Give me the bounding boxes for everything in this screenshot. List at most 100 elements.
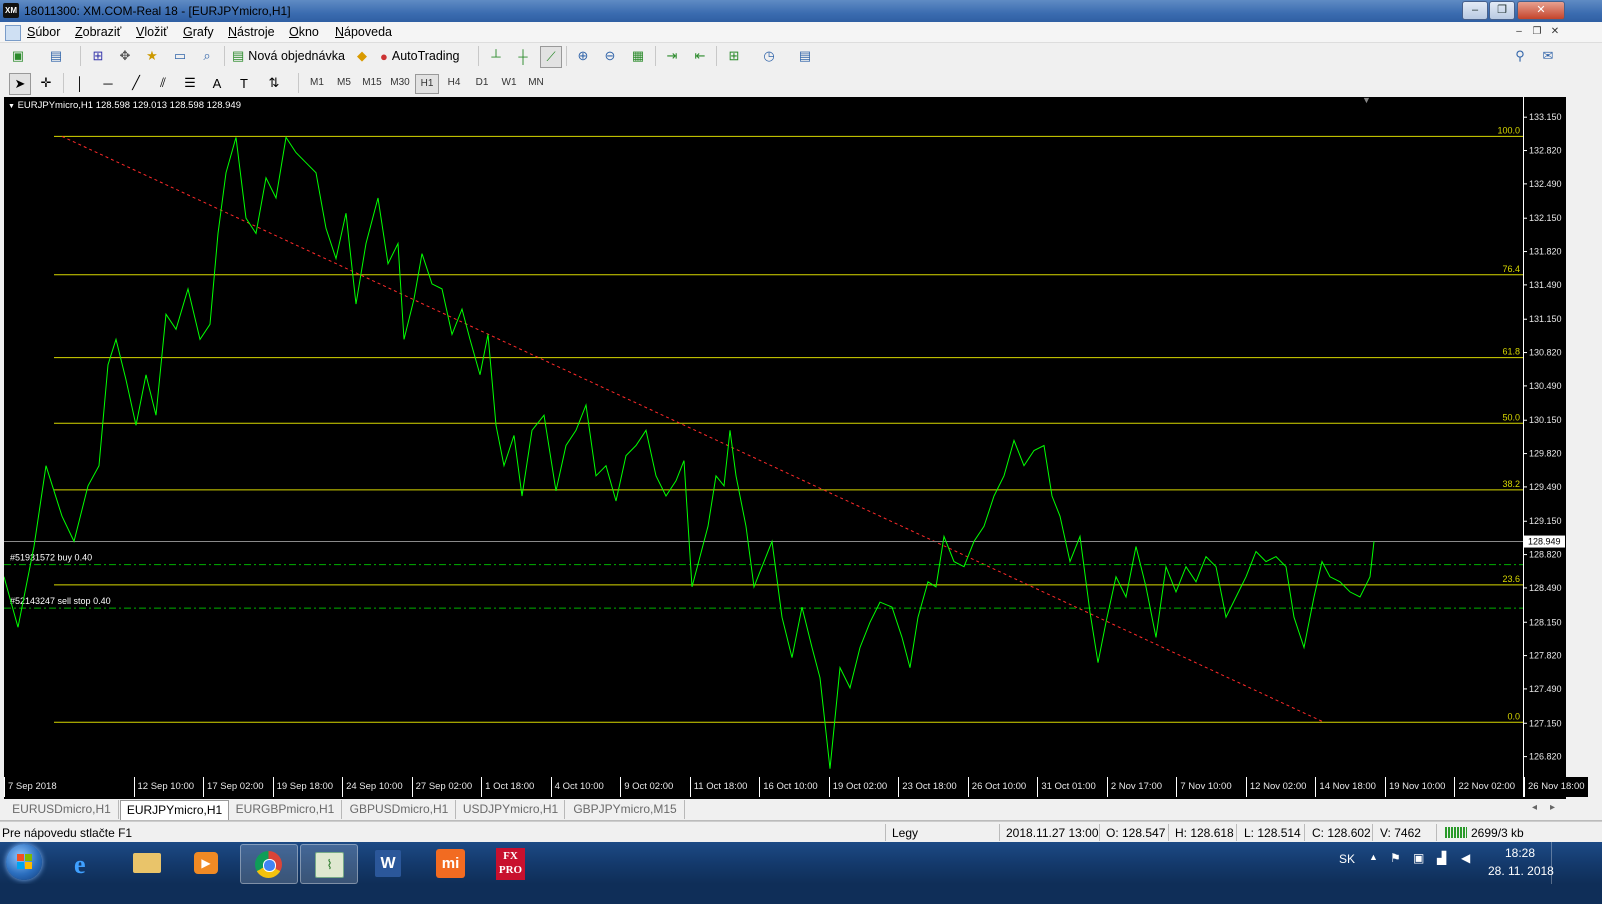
- maximize-button[interactable]: ❐: [1489, 1, 1515, 20]
- tab-eurgbp[interactable]: EURGBPmicro,H1: [229, 800, 342, 819]
- timeframe-mn[interactable]: MN: [525, 74, 547, 92]
- taskbar-internet-explorer[interactable]: e: [59, 844, 115, 882]
- crosshair-icon[interactable]: ✛: [36, 73, 56, 93]
- taskbar-word[interactable]: W: [361, 844, 417, 882]
- auto-scroll-icon[interactable]: ⇥: [662, 46, 682, 66]
- zoom-in-icon[interactable]: ⊕: [573, 46, 593, 66]
- menu-file[interactable]: Súbor: [27, 25, 60, 39]
- network-icon[interactable]: ▟: [1437, 851, 1446, 865]
- chart-shift-icon[interactable]: ⇤: [690, 46, 710, 66]
- tab-gbpusd[interactable]: GBPUSDmicro,H1: [343, 800, 456, 819]
- line-chart-icon[interactable]: ⟋: [540, 46, 562, 68]
- vertical-line-icon[interactable]: │: [70, 73, 90, 93]
- market-watch-icon[interactable]: ⊞: [88, 46, 108, 66]
- status-divider: [885, 824, 886, 841]
- tab-eurjpy[interactable]: EURJPYmicro,H1: [120, 800, 229, 820]
- new-chart-icon[interactable]: ▣: [8, 46, 28, 66]
- bar-chart-icon[interactable]: ┴: [486, 46, 506, 66]
- minimize-button[interactable]: –: [1462, 1, 1488, 20]
- indicators-icon[interactable]: ⊞: [724, 46, 744, 66]
- text-icon[interactable]: A: [207, 73, 227, 93]
- taskbar-fxpro[interactable]: FX PRO: [482, 844, 538, 882]
- current-price-label: 128.949: [1528, 537, 1561, 547]
- mdi-restore-button[interactable]: ❐: [1530, 25, 1544, 39]
- profiles-icon[interactable]: ▤: [46, 46, 66, 66]
- language-indicator[interactable]: SK: [1339, 852, 1355, 866]
- timeframe-h1[interactable]: H1: [415, 74, 439, 94]
- fibonacci-icon[interactable]: ☰: [180, 73, 200, 93]
- timeframe-h4[interactable]: H4: [443, 74, 465, 92]
- tab-gbpjpy[interactable]: GBPJPYmicro,M15: [566, 800, 685, 819]
- timeframe-m15[interactable]: M15: [359, 74, 385, 92]
- chart-canvas[interactable]: 100.0 76.4 61.8 50.0 38.2 23.6 0.0 #51931572 bu…: [4, 97, 1523, 797]
- horizontal-line-icon[interactable]: ─: [98, 73, 118, 93]
- taskbar-mi[interactable]: mi: [422, 844, 478, 882]
- price-chart[interactable]: 100.0 76.4 61.8 50.0 38.2 23.6 0.0 #51931572 bu…: [4, 97, 1523, 797]
- periods-icon[interactable]: ◷: [759, 46, 779, 66]
- action-center-icon[interactable]: ⚑: [1390, 851, 1401, 865]
- device-icon[interactable]: ▣: [1413, 851, 1424, 865]
- status-open: O: 128.547: [1106, 826, 1166, 840]
- menu-view[interactable]: Zobraziť: [75, 25, 121, 39]
- timeframe-m1[interactable]: M1: [306, 74, 328, 92]
- arrows-icon[interactable]: ⇅: [264, 73, 284, 93]
- strategy-tester-icon[interactable]: ⌕: [197, 46, 217, 66]
- start-button[interactable]: [6, 844, 42, 880]
- terminal-icon[interactable]: ▭: [170, 46, 190, 66]
- navigator-icon[interactable]: ★: [142, 46, 162, 66]
- tab-eurusd[interactable]: EURUSDmicro,H1: [5, 800, 119, 819]
- templates-icon[interactable]: ▤: [795, 46, 815, 66]
- timeframe-m30[interactable]: M30: [387, 74, 413, 92]
- new-order-label: Nová objednávka: [248, 49, 345, 63]
- connection-icon[interactable]: [1445, 827, 1467, 838]
- timeframe-d1[interactable]: D1: [471, 74, 493, 92]
- channel-icon[interactable]: ⫽: [153, 73, 173, 93]
- mdi-close-button[interactable]: ✕: [1548, 25, 1562, 39]
- menu-charts[interactable]: Grafy: [183, 25, 214, 39]
- text-label-icon[interactable]: T: [234, 73, 254, 93]
- tile-windows-icon[interactable]: ▦: [628, 46, 648, 66]
- new-order-button[interactable]: ▤ Nová objednávka: [232, 46, 345, 66]
- trendline-icon[interactable]: ╱: [126, 73, 146, 93]
- windows-logo-part: [17, 862, 24, 869]
- time-tick-label: 26 Nov 18:00: [1524, 777, 1588, 797]
- status-profile[interactable]: Legy: [892, 826, 918, 840]
- menu-window[interactable]: Okno: [289, 25, 319, 39]
- close-button[interactable]: ✕: [1517, 1, 1565, 20]
- mdi-minimize-button[interactable]: –: [1512, 25, 1526, 39]
- tabs-scroll-right-icon[interactable]: ▸: [1550, 802, 1555, 813]
- time-tick-label: 19 Sep 18:00: [272, 777, 337, 797]
- chat-icon[interactable]: ✉: [1538, 46, 1558, 66]
- toolbar-divider: [478, 46, 479, 66]
- expert-advisors-icon[interactable]: ◆: [352, 46, 372, 66]
- taskbar-media-player[interactable]: ▶: [179, 844, 235, 882]
- chart-window-icon[interactable]: [5, 25, 21, 41]
- price-tick-label: 128.820: [1529, 550, 1562, 560]
- tab-usdjpy[interactable]: USDJPYmicro,H1: [457, 800, 565, 819]
- search-icon[interactable]: ⚲: [1510, 46, 1530, 66]
- taskbar-chrome[interactable]: [240, 844, 298, 884]
- timeframe-w1[interactable]: W1: [498, 74, 520, 92]
- time-tick-label: 27 Sep 02:00: [411, 777, 476, 797]
- status-divider: [1236, 824, 1237, 841]
- clock-date[interactable]: 28. 11. 2018: [1488, 864, 1554, 878]
- clock-time[interactable]: 18:28: [1505, 846, 1535, 860]
- cursor-icon[interactable]: ➤: [9, 73, 31, 95]
- menu-help[interactable]: Nápoveda: [335, 25, 392, 39]
- data-window-icon[interactable]: ✥: [115, 46, 135, 66]
- chart-shift-marker-icon[interactable]: ▼: [1362, 97, 1371, 105]
- show-hidden-icons-icon[interactable]: ▲: [1369, 852, 1378, 862]
- menu-tools[interactable]: Nástroje: [228, 25, 275, 39]
- volume-icon[interactable]: ◀: [1461, 851, 1470, 865]
- zoom-out-icon[interactable]: ⊖: [600, 46, 620, 66]
- taskbar-file-explorer[interactable]: [119, 844, 175, 882]
- taskbar-metatrader[interactable]: ⌇: [300, 844, 358, 884]
- status-divider: [1372, 824, 1373, 841]
- menu-insert[interactable]: Vložiť: [136, 25, 168, 39]
- tabs-scroll-left-icon[interactable]: ◂: [1532, 802, 1537, 813]
- timeframe-m5[interactable]: M5: [333, 74, 355, 92]
- candlestick-icon[interactable]: ┼: [513, 46, 533, 66]
- autotrading-button[interactable]: ● AutoTrading: [380, 46, 460, 66]
- price-axis[interactable]: 133.150 132.820 132.490 132.150 131.820 131.4…: [1523, 97, 1566, 797]
- windows-logo-part: [25, 862, 32, 869]
